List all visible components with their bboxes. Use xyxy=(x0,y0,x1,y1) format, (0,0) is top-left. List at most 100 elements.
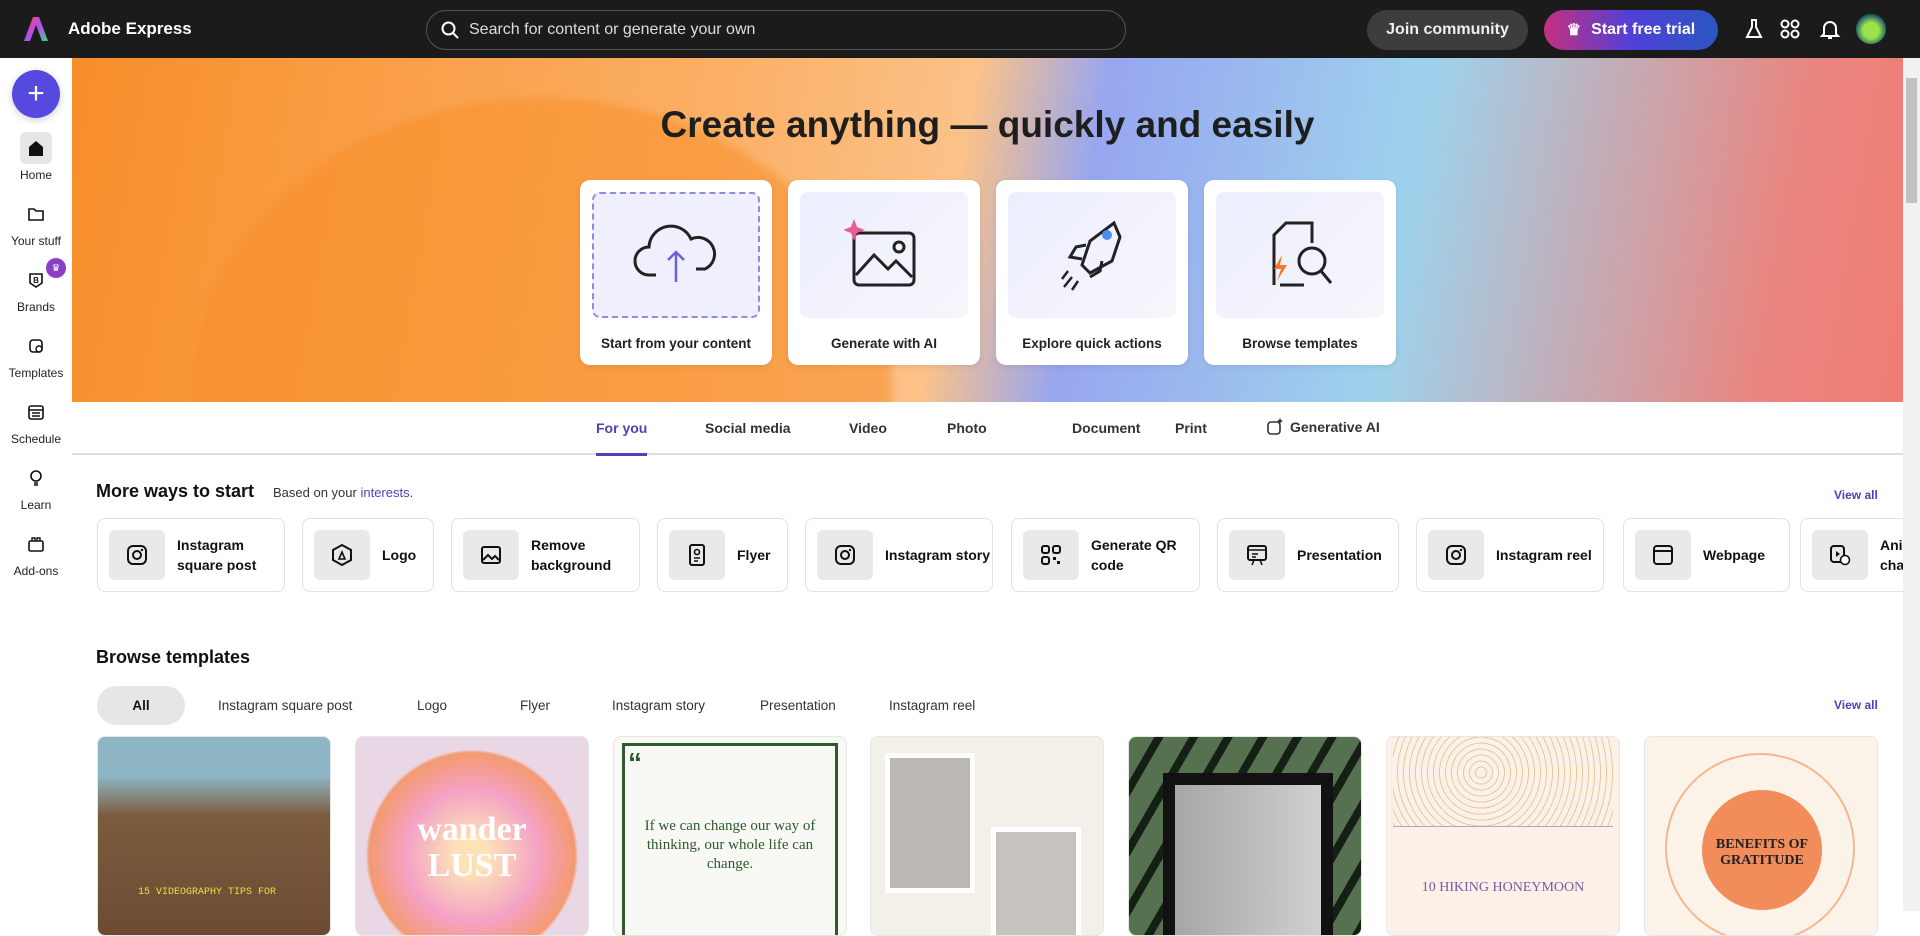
card-label: Generate with AI xyxy=(830,336,938,351)
quick-action-instagram-story[interactable]: Instagram story xyxy=(805,518,993,592)
sidebar-item-templates[interactable]: Templates xyxy=(0,330,72,380)
tab-generative-ai[interactable]: Generative AI xyxy=(1266,418,1380,436)
template-text: 10 HIKING HONEYMOON xyxy=(1421,880,1585,895)
home-icon xyxy=(29,141,43,156)
animate-icon xyxy=(1812,530,1868,580)
sidebar-item-schedule[interactable]: Schedule xyxy=(0,396,72,446)
avatar[interactable] xyxy=(1856,14,1886,44)
sidebar-item-add-ons[interactable]: Add-ons xyxy=(0,528,72,578)
adobe-express-logo[interactable] xyxy=(24,16,48,42)
card-label: Explore quick actions xyxy=(1022,336,1162,351)
generate-with-ai-card[interactable]: Generate with AI xyxy=(788,180,980,365)
quick-action-webpage[interactable]: Webpage xyxy=(1623,518,1790,592)
template-card[interactable]: BENEFITS OF GRATITUDE xyxy=(1644,736,1878,936)
logo-icon xyxy=(314,530,370,580)
quick-action-animate-characters[interactable]: Animate characters xyxy=(1800,518,1920,592)
subtitle-text: Based on your xyxy=(273,485,357,500)
template-card[interactable]: 15 VIDEOGRAPHY TIPS FOR xyxy=(97,736,331,936)
tab-video[interactable]: Video xyxy=(849,420,887,436)
quick-action-label: Instagram reel xyxy=(1496,547,1592,563)
presentation-icon xyxy=(1229,530,1285,580)
templates-icon xyxy=(29,339,43,353)
quick-action-presentation[interactable]: Presentation xyxy=(1217,518,1399,592)
tab-document[interactable]: Document xyxy=(1072,420,1140,436)
template-card[interactable]: wander LUST xyxy=(355,736,589,936)
rocket-icon xyxy=(1061,220,1122,291)
filter-all[interactable]: All xyxy=(97,686,185,725)
page-scrollbar[interactable] xyxy=(1903,58,1920,911)
more-ways-view-all-link[interactable]: View all xyxy=(1834,488,1878,502)
hero-title: Create anything — quickly and easily xyxy=(660,104,1315,145)
quick-action-label: Remove background xyxy=(531,537,612,573)
start-from-content-card[interactable]: Start from your content xyxy=(580,180,772,365)
brand-icon: B xyxy=(29,273,43,288)
quick-action-logo[interactable]: Logo xyxy=(302,518,434,592)
sidebar-item-label: Schedule xyxy=(10,432,62,446)
filter-logo[interactable]: Logo xyxy=(417,686,447,725)
search-input[interactable]: Search for content or generate your own xyxy=(426,10,1126,50)
quick-action-label: Generate QR code xyxy=(1091,537,1177,573)
start-free-trial-button[interactable]: ♛ Start free trial xyxy=(1544,10,1718,50)
bell-icon[interactable] xyxy=(1818,17,1842,41)
tab-for-you[interactable]: For you xyxy=(596,420,648,456)
cloud-upload-icon xyxy=(633,224,717,282)
tab-print[interactable]: Print xyxy=(1175,420,1207,436)
svg-text:B: B xyxy=(33,276,39,285)
template-search-icon xyxy=(1272,221,1333,287)
apps-grid-icon[interactable] xyxy=(1778,17,1802,41)
join-community-button[interactable]: Join community xyxy=(1367,10,1528,50)
sidebar-item-label: Templates xyxy=(8,366,64,380)
quick-action-instagram-reel[interactable]: Instagram reel xyxy=(1416,518,1604,592)
quick-action-generate-qr-code[interactable]: Generate QR code xyxy=(1011,518,1200,592)
sidebar-item-home[interactable]: Home xyxy=(0,132,72,182)
premium-crown-icon: ♛ xyxy=(46,258,66,278)
filter-presentation[interactable]: Presentation xyxy=(760,686,836,725)
quick-action-flyer[interactable]: Flyer xyxy=(657,518,788,592)
filter-flyer[interactable]: Flyer xyxy=(520,686,550,725)
generative-ai-icon xyxy=(1267,418,1283,435)
create-new-button[interactable]: + xyxy=(12,70,60,118)
explore-quick-actions-card[interactable]: Explore quick actions xyxy=(996,180,1188,365)
tab-social-media[interactable]: Social media xyxy=(705,420,791,436)
sidebar-item-label: Home xyxy=(19,168,52,182)
quick-action-instagram-square-post[interactable]: Instagram square post xyxy=(97,518,285,592)
interests-link[interactable]: interests xyxy=(360,485,409,500)
template-card[interactable]: 10 HIKING HONEYMOON xyxy=(1386,736,1620,936)
add-ons-icon xyxy=(28,537,44,552)
filter-instagram-square-post[interactable]: Instagram square post xyxy=(218,686,352,725)
template-text: 15 VIDEOGRAPHY TIPS FOR xyxy=(138,887,277,898)
template-card[interactable] xyxy=(1128,736,1362,936)
template-text: If we can change our way of thinking, ou… xyxy=(644,818,816,872)
subtitle-period: . xyxy=(409,485,414,500)
webpage-icon xyxy=(1635,530,1691,580)
sidebar-item-learn[interactable]: Learn xyxy=(0,462,72,512)
filter-instagram-story[interactable]: Instagram story xyxy=(612,686,705,725)
search-icon xyxy=(441,21,459,39)
quick-action-label: Instagram square post xyxy=(177,537,257,573)
more-ways-title: More ways to start xyxy=(96,481,255,501)
category-tabs: For you Social media Video Photo Documen… xyxy=(72,402,1903,456)
card-label: Browse templates xyxy=(1242,336,1358,351)
sidebar-item-label: Add-ons xyxy=(13,564,59,578)
hero-banner: Create anything — quickly and easily Sta… xyxy=(72,58,1903,402)
search-placeholder: Search for content or generate your own xyxy=(469,21,756,38)
browse-view-all-link[interactable]: View all xyxy=(1834,698,1878,712)
ai-image-icon xyxy=(844,219,916,287)
template-card[interactable]: “If we can change our way of thinking, o… xyxy=(613,736,847,936)
quick-action-label: Webpage xyxy=(1703,547,1765,563)
filter-instagram-reel[interactable]: Instagram reel xyxy=(889,686,975,725)
sidebar-item-brands[interactable]: B ♛ Brands xyxy=(0,258,72,314)
template-text: BENEFITS OF GRATITUDE xyxy=(1715,837,1809,868)
instagram-icon xyxy=(817,530,873,580)
quick-action-remove-background[interactable]: Remove background xyxy=(451,518,640,592)
sidebar-item-your-stuff[interactable]: Your stuff xyxy=(0,198,72,248)
quick-action-label: Instagram story xyxy=(885,547,991,563)
flask-icon[interactable] xyxy=(1742,17,1766,41)
app-name[interactable]: Adobe Express xyxy=(68,19,192,39)
quick-action-label: Flyer xyxy=(737,547,771,563)
trial-label: Start free trial xyxy=(1591,21,1696,38)
browse-templates-card[interactable]: Browse templates xyxy=(1204,180,1396,365)
template-card[interactable] xyxy=(870,736,1104,936)
scrollbar-thumb[interactable] xyxy=(1906,78,1917,203)
tab-photo[interactable]: Photo xyxy=(947,420,987,436)
